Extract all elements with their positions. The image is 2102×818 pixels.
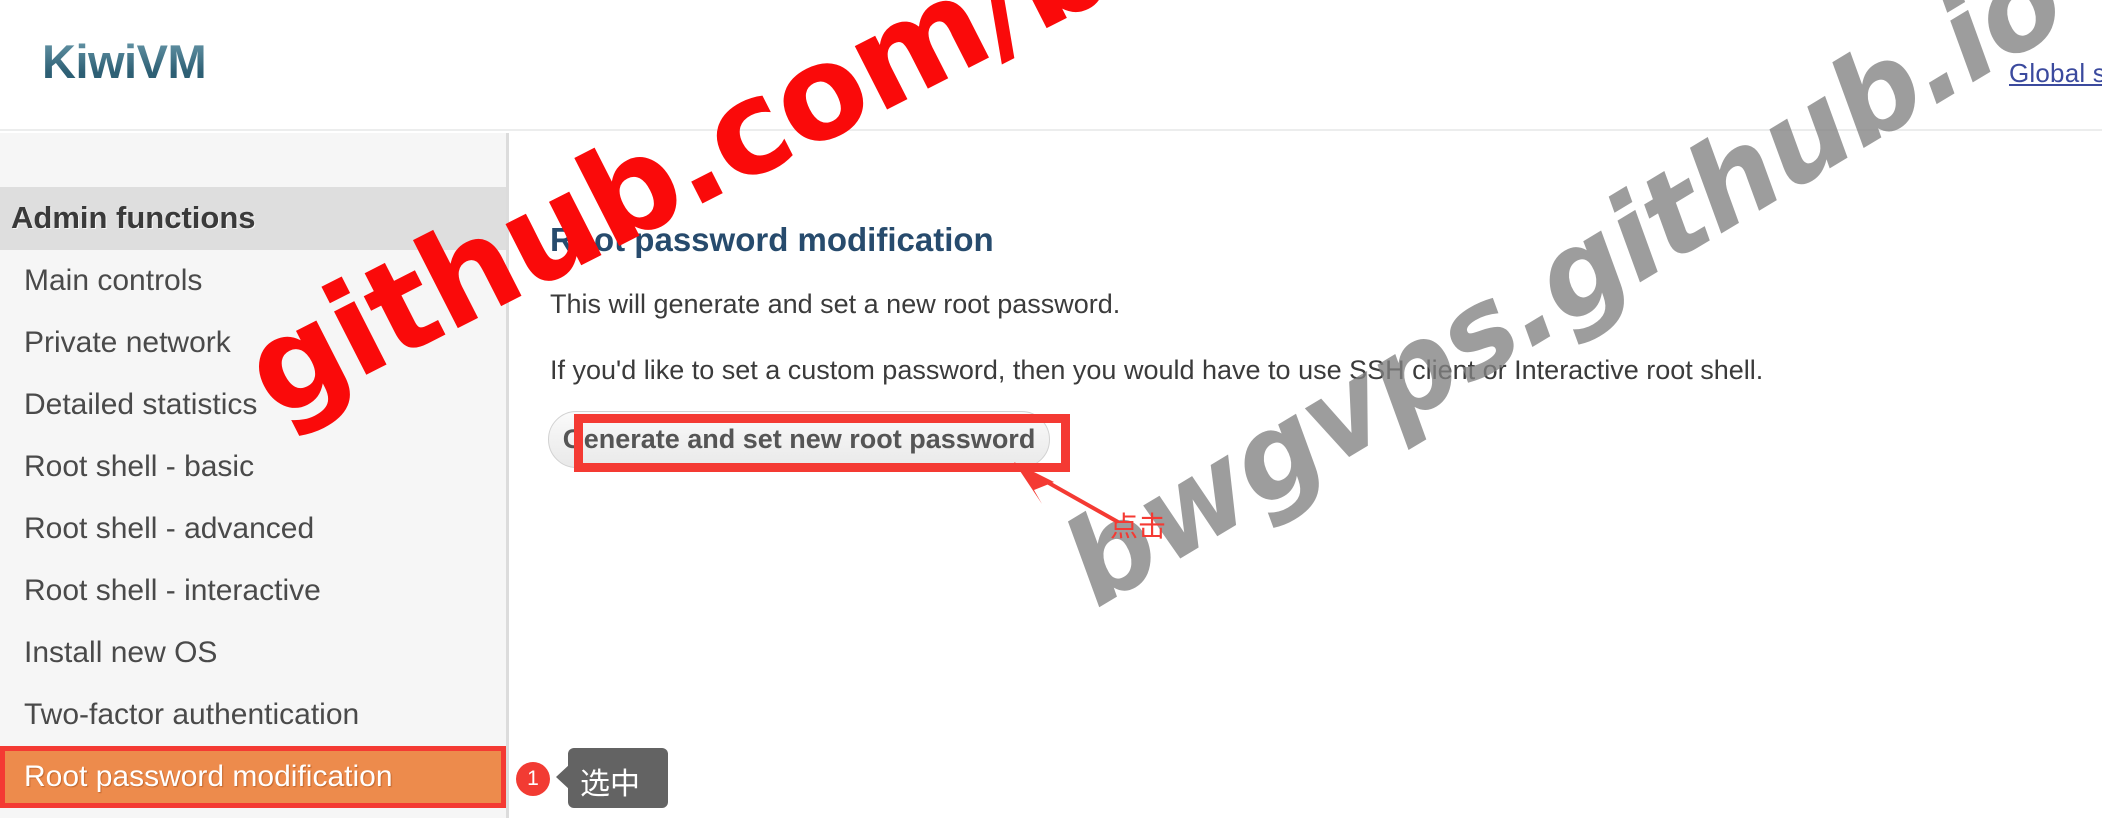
sidebar-item-label: Two-factor authentication [24,698,360,731]
sidebar-item-label: Detailed statistics [24,388,258,421]
main-content: Root password modification This will gen… [512,133,2102,818]
page-root: KiwiVM Global s Admin functions Main con… [0,0,2102,818]
page-header: KiwiVM Global s [0,0,2102,131]
sidebar-item-label: Root shell - interactive [24,574,321,607]
selection-tooltip: 选中 [568,748,668,808]
sidebar-item-label: Root password modification [24,760,393,793]
generate-and-set-new-root-password-button[interactable]: Generate and set new root password [548,411,1050,468]
click-annotation-label: 点击 [1110,510,1167,543]
sidebar-item-root-password-modification[interactable]: Root password modification [0,746,506,808]
tooltip-label: 选中 [580,767,640,802]
global-settings-link[interactable]: Global s [2009,58,2102,89]
sidebar-heading-label: Admin functions [11,200,256,235]
sidebar-item-label: Main controls [24,264,203,297]
description-paragraph-2: If you'd like to set a custom password, … [550,355,1764,385]
kiwivm-logo: KiwiVM [42,35,207,88]
sidebar-item-label: Private network [24,326,231,359]
sidebar: Admin functions Main controls Private ne… [0,133,509,818]
description-paragraph-1: This will generate and set a new root pa… [550,289,1121,319]
sidebar-item-two-factor-authentication[interactable]: Two-factor authentication [0,684,506,746]
sidebar-item-root-shell-basic[interactable]: Root shell - basic [0,436,506,498]
sidebar-item-root-shell-interactive[interactable]: Root shell - interactive [0,560,506,622]
sidebar-item-label: Install new OS [24,636,218,669]
sidebar-heading: Admin functions [0,187,506,250]
sidebar-item-root-shell-advanced[interactable]: Root shell - advanced [0,498,506,560]
sidebar-item-private-network[interactable]: Private network [0,312,506,374]
step-badge-1: 1 [516,762,550,796]
sidebar-item-install-new-os[interactable]: Install new OS [0,622,506,684]
sidebar-item-main-controls[interactable]: Main controls [0,250,506,312]
sidebar-item-label: Root shell - advanced [24,512,315,545]
sidebar-item-label: Root shell - basic [24,450,255,483]
page-title: Root password modification [550,221,994,258]
sidebar-item-detailed-statistics[interactable]: Detailed statistics [0,374,506,436]
